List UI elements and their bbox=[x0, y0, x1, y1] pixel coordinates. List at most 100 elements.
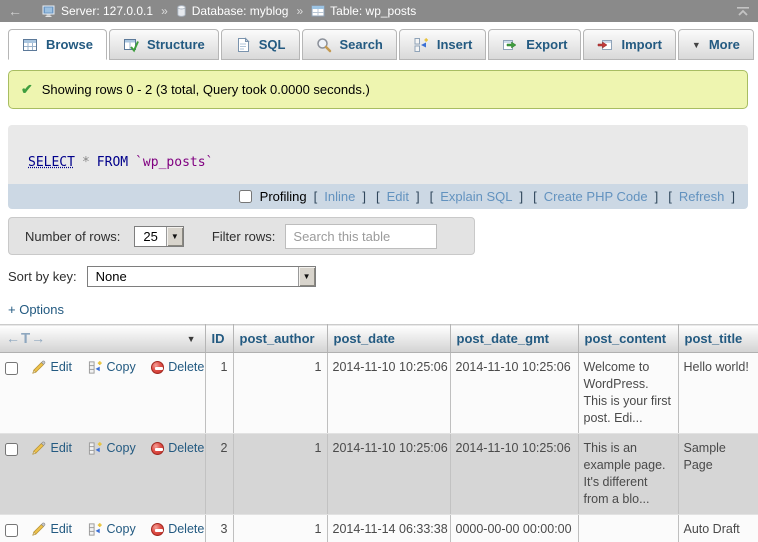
breadcrumb-server-label: Server: 127.0.0.1 bbox=[61, 4, 153, 18]
breadcrumb-table-label: Table: wp_posts bbox=[330, 4, 416, 18]
table-row: Edit Copy Delete 1 1 2014-11-10 10:25:06… bbox=[0, 353, 758, 434]
tab-search[interactable]: Search bbox=[302, 29, 397, 60]
tab-sql[interactable]: SQL bbox=[221, 29, 300, 60]
edit-link[interactable]: Edit bbox=[50, 522, 72, 536]
col-header-id[interactable]: ID bbox=[205, 325, 233, 353]
bracket: ] bbox=[731, 189, 735, 204]
delete-link[interactable]: Delete bbox=[168, 522, 204, 536]
back-arrow-icon[interactable]: ← bbox=[8, 3, 22, 19]
col-header-post-date[interactable]: post_date bbox=[327, 325, 450, 353]
breadcrumb-server[interactable]: Server: 127.0.0.1 bbox=[42, 4, 153, 18]
table-row: Edit Copy Delete 3 1 2014-11-14 06:33:38… bbox=[0, 515, 758, 542]
search-icon bbox=[316, 37, 332, 53]
create-php-code-link[interactable]: Create PHP Code bbox=[544, 189, 648, 204]
tab-export[interactable]: Export bbox=[488, 29, 581, 60]
edit-pencil-icon[interactable] bbox=[31, 441, 46, 456]
cell-post-author[interactable]: 1 bbox=[233, 353, 327, 434]
sort-by-key-row: Sort by key: None ▼ bbox=[8, 266, 758, 287]
tab-bar: Browse Structure SQL Search Insert bbox=[0, 22, 758, 60]
row-options-caret-icon[interactable]: ▼ bbox=[187, 334, 196, 344]
explain-sql-link[interactable]: Explain SQL bbox=[440, 189, 512, 204]
delete-icon[interactable] bbox=[151, 523, 164, 536]
edit-link[interactable]: Edit bbox=[50, 360, 72, 374]
breadcrumb-database[interactable]: Database: myblog bbox=[176, 4, 289, 18]
refresh-link[interactable]: Refresh bbox=[679, 189, 725, 204]
bracket: [ bbox=[376, 189, 380, 204]
sql-keyword-select[interactable]: SELECT bbox=[28, 155, 75, 170]
tab-browse[interactable]: Browse bbox=[8, 29, 107, 60]
cell-post-date-gmt[interactable]: 2014-11-10 10:25:06 bbox=[450, 353, 578, 434]
number-of-rows-label: Number of rows: bbox=[25, 229, 120, 244]
delete-link[interactable]: Delete bbox=[168, 360, 204, 374]
cell-post-content[interactable] bbox=[578, 515, 678, 542]
tab-insert[interactable]: Insert bbox=[399, 29, 486, 60]
cell-post-title[interactable]: Hello world! bbox=[678, 353, 758, 434]
cell-post-date[interactable]: 2014-11-14 06:33:38 bbox=[327, 515, 450, 542]
insert-icon bbox=[413, 37, 429, 53]
cell-post-title[interactable]: Auto Draft bbox=[678, 515, 758, 542]
cell-post-author[interactable]: 1 bbox=[233, 515, 327, 542]
sort-by-key-select[interactable]: None ▼ bbox=[87, 266, 316, 287]
dropdown-arrow-icon: ▼ bbox=[166, 227, 183, 246]
bracket: ] bbox=[416, 189, 420, 204]
browse-icon bbox=[22, 37, 38, 53]
edit-pencil-icon[interactable] bbox=[31, 360, 46, 375]
tab-search-label: Search bbox=[340, 37, 383, 52]
cell-id[interactable]: 2 bbox=[205, 434, 233, 515]
copy-icon[interactable] bbox=[88, 522, 103, 537]
col-header-post-content[interactable]: post_content bbox=[578, 325, 678, 353]
table-row: Edit Copy Delete 2 1 2014-11-10 10:25:06… bbox=[0, 434, 758, 515]
cell-post-content[interactable]: Welcome to WordPress. This is your first… bbox=[578, 353, 678, 434]
cell-post-title[interactable]: Sample Page bbox=[678, 434, 758, 515]
success-check-icon: ✔ bbox=[21, 81, 33, 98]
row-checkbox[interactable] bbox=[5, 524, 18, 537]
col-header-post-author[interactable]: post_author bbox=[233, 325, 327, 353]
options-toggle-link[interactable]: + Options bbox=[8, 302, 64, 317]
cell-post-content[interactable]: This is an example page. It's different … bbox=[578, 434, 678, 515]
sort-by-key-label: Sort by key: bbox=[8, 269, 77, 284]
col-header-post-title[interactable]: post_title bbox=[678, 325, 758, 353]
tab-import[interactable]: Import bbox=[583, 29, 675, 60]
column-visibility-control[interactable]: ←T→ bbox=[6, 330, 46, 347]
copy-link[interactable]: Copy bbox=[107, 522, 136, 536]
row-checkbox[interactable] bbox=[5, 362, 18, 375]
cell-post-date[interactable]: 2014-11-10 10:25:06 bbox=[327, 353, 450, 434]
row-actions-cell: Edit Copy Delete bbox=[0, 434, 205, 515]
bracket: [ bbox=[668, 189, 672, 204]
dropdown-arrow-icon: ▼ bbox=[298, 267, 315, 286]
filter-rows-input[interactable] bbox=[285, 224, 437, 249]
cell-id[interactable]: 1 bbox=[205, 353, 233, 434]
copy-icon[interactable] bbox=[88, 441, 103, 456]
cell-post-author[interactable]: 1 bbox=[233, 434, 327, 515]
delete-link[interactable]: Delete bbox=[168, 441, 204, 455]
tab-export-label: Export bbox=[526, 37, 567, 52]
server-icon bbox=[42, 5, 56, 18]
profiling-label: Profiling bbox=[260, 189, 307, 204]
status-message: ✔ Showing rows 0 - 2 (3 total, Query too… bbox=[8, 70, 748, 109]
edit-pencil-icon[interactable] bbox=[31, 522, 46, 537]
copy-icon[interactable] bbox=[88, 360, 103, 375]
sql-query-box: SELECT*FROM`wp_posts` bbox=[8, 125, 748, 184]
edit-link[interactable]: Edit bbox=[50, 441, 72, 455]
cell-post-date[interactable]: 2014-11-10 10:25:06 bbox=[327, 434, 450, 515]
row-checkbox[interactable] bbox=[5, 443, 18, 456]
cell-id[interactable]: 3 bbox=[205, 515, 233, 542]
tab-structure[interactable]: Structure bbox=[109, 29, 219, 60]
cell-post-date-gmt[interactable]: 0000-00-00 00:00:00 bbox=[450, 515, 578, 542]
bracket: [ bbox=[430, 189, 434, 204]
profiling-checkbox[interactable] bbox=[239, 190, 252, 203]
tab-insert-label: Insert bbox=[437, 37, 472, 52]
tab-more[interactable]: ▼ More bbox=[678, 29, 754, 60]
delete-icon[interactable] bbox=[151, 442, 164, 455]
cell-post-date-gmt[interactable]: 2014-11-10 10:25:06 bbox=[450, 434, 578, 515]
col-header-post-date-gmt[interactable]: post_date_gmt bbox=[450, 325, 578, 353]
breadcrumb-table[interactable]: Table: wp_posts bbox=[311, 4, 416, 18]
copy-link[interactable]: Copy bbox=[107, 441, 136, 455]
delete-icon[interactable] bbox=[151, 361, 164, 374]
edit-query-link[interactable]: Edit bbox=[387, 189, 409, 204]
number-of-rows-select[interactable]: 25 ▼ bbox=[134, 226, 183, 247]
collapse-top-icon[interactable] bbox=[736, 6, 750, 17]
inline-link[interactable]: Inline bbox=[324, 189, 355, 204]
sql-keyword-from: FROM bbox=[97, 155, 128, 170]
copy-link[interactable]: Copy bbox=[107, 360, 136, 374]
